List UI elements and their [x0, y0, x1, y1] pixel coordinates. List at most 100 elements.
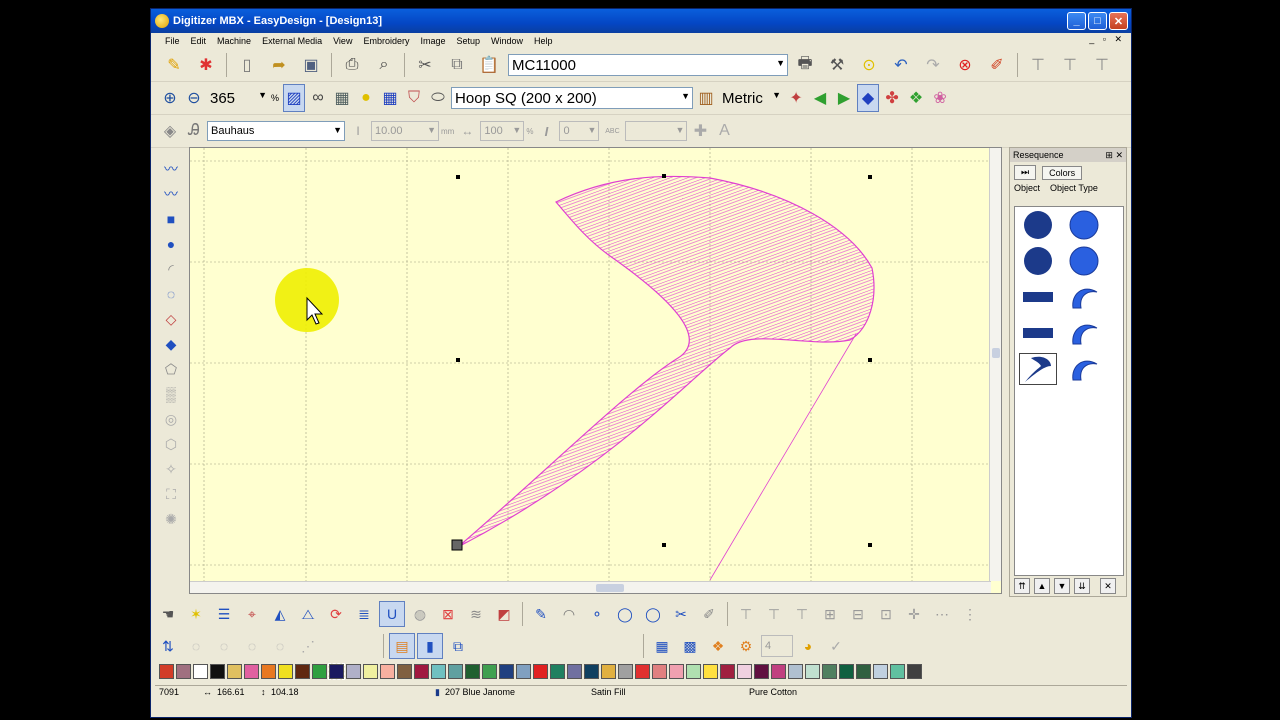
zoom-out-icon[interactable]: ⊖ — [183, 84, 205, 112]
horizontal-scrollbar[interactable] — [190, 581, 991, 593]
palette-swatch[interactable] — [754, 664, 769, 679]
curve-icon[interactable]: ◜ — [157, 257, 185, 281]
palette-swatch[interactable] — [499, 664, 514, 679]
object-circle-icon[interactable] — [1019, 209, 1057, 241]
menu-help[interactable]: Help — [534, 36, 553, 46]
object-circle-icon[interactable] — [1019, 245, 1057, 277]
center-icon[interactable]: ✛ — [901, 601, 927, 627]
palette-swatch[interactable] — [278, 664, 293, 679]
motif-icon[interactable]: ✧ — [157, 457, 185, 481]
palette-swatch[interactable] — [771, 664, 786, 679]
arc-icon[interactable]: ◌ — [157, 282, 185, 306]
palette-swatch[interactable] — [448, 664, 463, 679]
tab-object-type[interactable]: Object Type — [1050, 183, 1098, 193]
palette-swatch[interactable] — [635, 664, 650, 679]
stitch-view-icon[interactable]: ▨ — [283, 84, 306, 112]
menu-view[interactable]: View — [333, 36, 352, 46]
layers-icon[interactable]: ⧉ — [445, 633, 471, 659]
palette-swatch[interactable] — [856, 664, 871, 679]
colors-button[interactable]: Colors — [1042, 165, 1083, 180]
drag-icon[interactable]: ⛶ — [157, 482, 185, 506]
menu-edit[interactable]: Edit — [191, 36, 207, 46]
grid-icon[interactable]: ▦ — [379, 84, 401, 112]
palette-swatch[interactable] — [788, 664, 803, 679]
width-select[interactable]: 100 ▼ — [480, 121, 525, 141]
cup-icon[interactable]: ◌ — [267, 633, 293, 659]
palette-swatch[interactable] — [363, 664, 378, 679]
flower-icon[interactable]: ❀ — [929, 84, 951, 112]
tools-icon[interactable]: ⚒ — [822, 51, 852, 79]
save-icon[interactable]: ▣ — [296, 51, 326, 79]
distribute-h-icon[interactable]: ⊟ — [845, 601, 871, 627]
palette-swatch[interactable] — [227, 664, 242, 679]
triangle-icon[interactable]: ◭ — [267, 601, 293, 627]
palette-swatch[interactable] — [380, 664, 395, 679]
palette-swatch[interactable] — [312, 664, 327, 679]
freehand-run-icon[interactable]: 〰 — [157, 182, 185, 206]
units-select[interactable]: Metric ▼ — [719, 87, 783, 109]
distribute-icon[interactable]: ⊞ — [817, 601, 843, 627]
arc-edit-icon[interactable]: ◠ — [556, 601, 582, 627]
thread-colors-icon[interactable]: ◆ — [857, 84, 880, 112]
freehand-satin-icon[interactable]: 〰 — [157, 157, 185, 181]
palette-swatch[interactable] — [516, 664, 531, 679]
palette-swatch[interactable] — [193, 664, 208, 679]
list-icon[interactable]: ☰ — [211, 601, 237, 627]
list-item[interactable] — [1015, 207, 1123, 243]
color-blend-icon[interactable]: ✤ — [881, 84, 903, 112]
zoom-select[interactable]: 365 ▼ — [207, 87, 269, 109]
palette-swatch[interactable] — [669, 664, 684, 679]
fill-icon[interactable]: ◌ — [211, 633, 237, 659]
move-up-icon[interactable]: ▲ — [1034, 578, 1050, 594]
magnet-icon[interactable]: U — [379, 601, 405, 627]
list-item[interactable] — [1015, 243, 1123, 279]
palette-swatch[interactable] — [210, 664, 225, 679]
align-bottom-icon[interactable]: ⊤ — [789, 601, 815, 627]
palette-swatch[interactable] — [431, 664, 446, 679]
node-icon[interactable]: ◇ — [157, 307, 185, 331]
object-bar-icon[interactable] — [1019, 317, 1057, 349]
object-bar-icon[interactable] — [1019, 281, 1057, 313]
paste-icon[interactable]: 📋 — [474, 51, 504, 79]
arrow-left-icon[interactable]: ◀ — [809, 84, 831, 112]
align-icon[interactable]: ≣ — [351, 601, 377, 627]
zoom-lens-icon[interactable]: ⊙ — [854, 51, 884, 79]
palette-swatch[interactable] — [533, 664, 548, 679]
align-center-icon[interactable]: ⊤ — [1055, 51, 1085, 79]
rotate-icon[interactable]: ⟳ — [323, 601, 349, 627]
palette-swatch[interactable] — [652, 664, 667, 679]
type-circle-icon[interactable] — [1065, 209, 1103, 241]
move-last-icon[interactable]: ⇊ — [1074, 578, 1090, 594]
palette-swatch[interactable] — [159, 664, 174, 679]
sphere-icon[interactable]: ◍ — [407, 601, 433, 627]
palette-swatch[interactable] — [737, 664, 752, 679]
mirror-icon[interactable]: ⧍ — [295, 601, 321, 627]
cut-icon[interactable]: ✂ — [410, 51, 440, 79]
outline-icon[interactable]: ◌ — [239, 633, 265, 659]
minimize-button[interactable]: _ — [1067, 12, 1086, 30]
angle-select[interactable]: 0 ▼ — [559, 121, 600, 141]
copy-icon[interactable]: ⧉ — [442, 51, 472, 79]
palette-swatch[interactable] — [686, 664, 701, 679]
pencil-icon[interactable]: ✎ — [159, 51, 189, 79]
type-crescent-icon[interactable] — [1065, 353, 1103, 385]
shape-icon[interactable]: ⬠ — [157, 357, 185, 381]
stitched-boomerang-shape[interactable] — [457, 175, 875, 548]
thread-icon[interactable]: ▮ — [417, 633, 443, 659]
ellipse-icon[interactable]: ◯ — [640, 601, 666, 627]
move-down-icon[interactable]: ▼ — [1054, 578, 1070, 594]
ruler-icon[interactable]: ▥ — [695, 84, 717, 112]
brush-icon[interactable]: ✐ — [696, 601, 722, 627]
list-item[interactable] — [1015, 351, 1123, 387]
object-boomerang-icon[interactable] — [1019, 353, 1057, 385]
menu-file[interactable]: File — [165, 36, 180, 46]
rect-fill-icon[interactable]: ■ — [157, 207, 185, 231]
font-select[interactable]: Bauhaus ▼ — [207, 121, 345, 141]
open-folder-icon[interactable]: ➦ — [264, 51, 294, 79]
move-first-icon[interactable]: ⇈ — [1014, 578, 1030, 594]
palette-swatch[interactable] — [567, 664, 582, 679]
hand-icon[interactable]: ☚ — [155, 601, 181, 627]
mdi-controls[interactable]: _ ▫ ✕ — [1089, 34, 1125, 45]
type-crescent-icon[interactable] — [1065, 281, 1103, 313]
palette-icon[interactable]: ❖ — [905, 84, 927, 112]
